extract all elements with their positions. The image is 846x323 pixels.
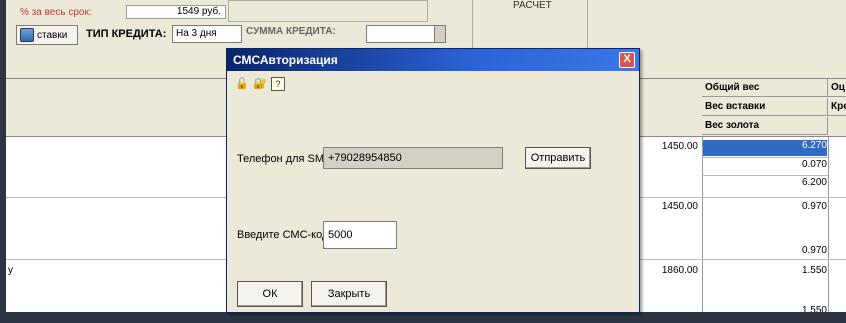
ok-button[interactable]: ОК	[237, 281, 303, 307]
row3-name[interactable]: у	[8, 265, 13, 276]
header-partial-1[interactable]: Оц	[828, 79, 846, 97]
top-info-bar: % за весь срок: 1549 руб. РАСЧЕТ ставки …	[6, 0, 846, 48]
phone-field: +79028954850	[323, 147, 503, 169]
dialog-title: СМСАвторизация	[233, 53, 338, 67]
info-panel	[228, 0, 428, 22]
close-button[interactable]: Закрыть	[311, 281, 387, 307]
header-gold-weight[interactable]: Вес золота	[702, 117, 828, 135]
row2-weight-total[interactable]: 0.970	[703, 201, 827, 212]
cell-divider	[702, 175, 828, 176]
credit-amount-label: СУММА КРЕДИТА:	[246, 26, 336, 37]
header-total-weight[interactable]: Общий вес	[702, 79, 828, 97]
frame-edge	[0, 0, 6, 323]
frame-edge	[0, 312, 846, 323]
credit-amount-input[interactable]	[366, 25, 436, 43]
row3-weight-total[interactable]: 1.550	[703, 265, 827, 276]
term-interest-value: 1549 руб.	[126, 5, 226, 19]
dialog-titlebar[interactable]: СМСАвторизация X	[227, 49, 639, 71]
dialog-toolbar: 🔓 🔐 ?	[235, 77, 285, 91]
row2-weight-gold[interactable]: 0.970	[703, 245, 827, 256]
row1-weight-insert[interactable]: 0.070	[703, 159, 827, 170]
calc-panel: РАСЧЕТ	[472, 0, 588, 48]
rates-button-label: ставки	[37, 29, 68, 41]
credit-amount-dropdown[interactable]	[434, 25, 446, 43]
sms-auth-dialog: СМСАвторизация X 🔓 🔐 ? Телефон для SMS +…	[226, 48, 640, 313]
help-icon[interactable]: ?	[271, 77, 285, 91]
cell-divider	[702, 157, 828, 158]
rates-button[interactable]: ставки	[16, 25, 78, 45]
phone-label: Телефон для SMS	[237, 153, 332, 165]
credit-type-label: ТИП КРЕДИТА:	[86, 28, 167, 40]
send-button[interactable]: Отправить	[525, 147, 591, 169]
row1-weight-total[interactable]: 6.270	[703, 140, 827, 156]
calc-header: РАСЧЕТ	[513, 0, 552, 11]
rates-icon	[20, 28, 34, 42]
credit-type-select[interactable]: На 3 дня	[172, 25, 242, 43]
sms-code-label: Введите СМС-код:	[237, 229, 332, 241]
users-lock-icon[interactable]: 🔐	[253, 77, 267, 91]
header-partial-2[interactable]: Кре	[828, 98, 846, 116]
header-insert-weight[interactable]: Вес вставки	[702, 98, 828, 116]
row1-weight-gold[interactable]: 6.200	[703, 177, 827, 188]
close-icon[interactable]: X	[619, 52, 635, 68]
unlock-icon[interactable]: 🔓	[235, 77, 249, 91]
term-interest-label: % за весь срок:	[20, 7, 92, 18]
sms-code-input[interactable]: 5000	[323, 221, 397, 249]
